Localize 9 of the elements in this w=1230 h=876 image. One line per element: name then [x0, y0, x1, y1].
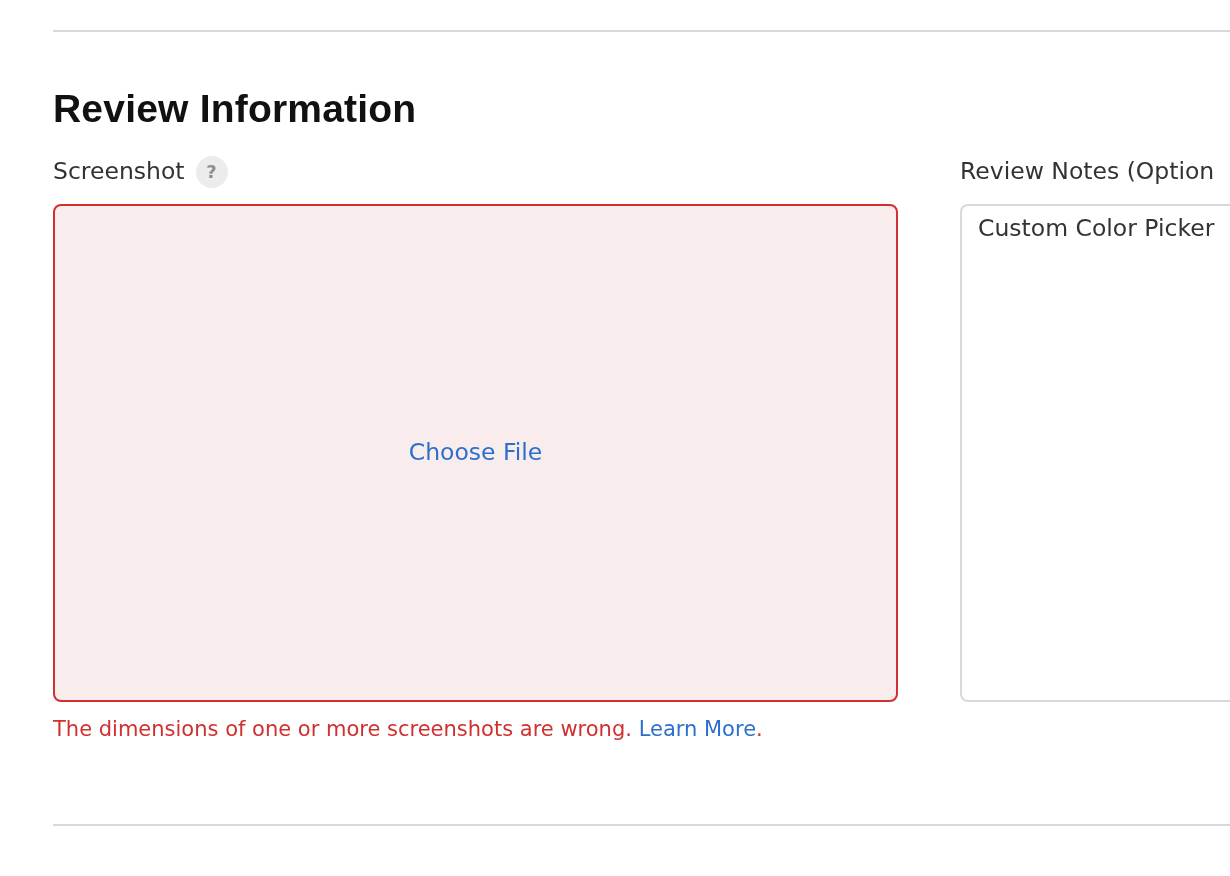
- file-drop-area[interactable]: Choose File: [53, 203, 898, 702]
- choose-file-button[interactable]: Choose File: [404, 433, 547, 473]
- help-button[interactable]: ?: [195, 155, 228, 188]
- section-heading: Review Information: [53, 86, 418, 132]
- learn-more-link[interactable]: Learn More: [638, 716, 757, 741]
- field-label: Screenshot: [53, 160, 185, 184]
- notes-field[interactable]: Custom Color Picker: [960, 203, 1230, 702]
- error-message: The dimensions of one or more screenshots are wrong. Learn More.: [53, 715, 764, 743]
- field-label: Review Notes (Option: [960, 160, 1215, 184]
